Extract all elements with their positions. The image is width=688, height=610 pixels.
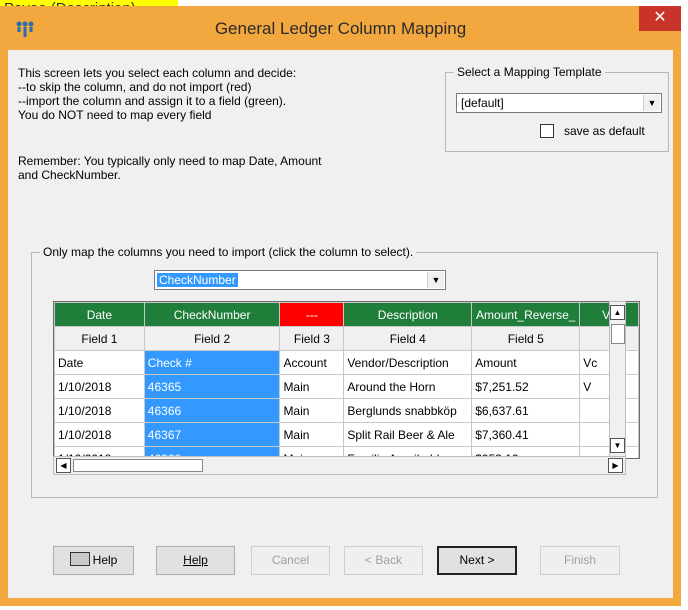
table-cell[interactable]: Account (279, 350, 345, 375)
table-row[interactable]: Date Check # Account Vendor/Description Amou… (54, 350, 639, 375)
dialog-body: This screen lets you select each column … (8, 50, 673, 598)
save-as-default-checkbox[interactable] (540, 124, 554, 138)
data-grid[interactable]: Date CheckNumber --- Description Amount_Reve… (53, 301, 640, 459)
cancel-button[interactable]: Cancel (251, 546, 330, 575)
vertical-scroll-thumb[interactable] (611, 324, 625, 344)
chevron-down-icon[interactable]: ▼ (427, 272, 444, 288)
cancel-label: Cancel (271, 553, 310, 567)
field-header-row[interactable]: Field 1 Field 2 Field 3 Field 4 Field 5 (54, 326, 639, 351)
columns-group-title: Only map the columns you need to import … (40, 245, 417, 259)
table-cell[interactable]: Main (279, 398, 345, 423)
video-icon (69, 552, 90, 566)
table-cell[interactable]: $6,637.61 (471, 398, 581, 423)
help-label: Help (183, 553, 208, 567)
finish-label: Finish (563, 553, 596, 567)
mapping-template-select[interactable]: [default] ▼ (456, 93, 662, 113)
field-header-cell[interactable]: Field 3 (279, 326, 345, 351)
table-cell[interactable]: Amount (471, 350, 581, 375)
field-header-cell[interactable]: Field 2 (143, 326, 281, 351)
vertical-scrollbar[interactable]: ▲ ▼ (609, 301, 626, 457)
table-row[interactable]: 1/10/2018 46367 Main Split Rail Beer & Ale $… (54, 422, 639, 447)
table-cell[interactable]: Main (279, 422, 345, 447)
video-help-button[interactable]: Help (53, 546, 134, 575)
table-cell[interactable]: 1/10/2018 (54, 422, 145, 447)
next-label: Next > (459, 553, 495, 567)
mapping-template-group: Select a Mapping Template [default] ▼ sa… (445, 65, 669, 152)
mapping-template-value: [default] (461, 96, 504, 110)
reminder-text: Remember: You typically only need to map… (18, 154, 322, 182)
video-help-label: Help (92, 553, 118, 567)
table-cell[interactable]: Check # (143, 350, 281, 375)
table-cell[interactable]: Vendor/Description (343, 350, 473, 375)
table-row[interactable]: 1/10/2018 46365 Main Around the Horn $7,251.… (54, 374, 639, 399)
close-icon: ✕ (653, 9, 667, 26)
next-button[interactable]: Next > (437, 546, 517, 575)
scroll-left-icon[interactable]: ◀ (56, 458, 71, 473)
back-button[interactable]: < Back (344, 546, 423, 575)
table-cell[interactable]: 46366 (143, 398, 281, 423)
intro-text: This screen lets you select each column … (18, 66, 297, 122)
scroll-right-icon[interactable]: ▶ (608, 458, 623, 473)
chevron-down-icon[interactable]: ▼ (643, 95, 660, 111)
table-cell[interactable]: $7,251.52 (471, 374, 581, 399)
table-cell[interactable]: Main (279, 374, 345, 399)
column-mapping-dialog: General Ledger Column Mapping ✕ This scr… (0, 6, 681, 606)
mapping-template-title: Select a Mapping Template (454, 65, 605, 79)
scroll-down-icon[interactable]: ▼ (610, 438, 625, 453)
column-mapping-cell[interactable]: Amount_Reverse_ (471, 302, 581, 327)
field-select[interactable]: CheckNumber ▼ (154, 270, 446, 290)
finish-button[interactable]: Finish (540, 546, 620, 575)
field-select-value: CheckNumber (157, 273, 238, 287)
data-grid-table: Date CheckNumber --- Description Amount_Reve… (54, 302, 639, 458)
column-mapping-cell[interactable]: Date (54, 302, 145, 327)
column-mapping-row[interactable]: Date CheckNumber --- Description Amount_Reve… (54, 302, 639, 327)
close-button[interactable]: ✕ (639, 6, 681, 31)
table-cell[interactable]: Berglunds snabbköp (343, 398, 473, 423)
field-header-cell[interactable]: Field 5 (471, 326, 581, 351)
table-row[interactable]: 1/10/2018 46366 Main Berglunds snabbköp $6,6… (54, 398, 639, 423)
back-label: < Back (364, 553, 403, 567)
scroll-up-icon[interactable]: ▲ (610, 305, 625, 320)
table-cell[interactable]: 1/10/2018 (54, 398, 145, 423)
table-cell[interactable]: 46367 (143, 422, 281, 447)
table-cell[interactable]: $7,360.41 (471, 422, 581, 447)
table-cell[interactable]: 1/10/2018 (54, 374, 145, 399)
horizontal-scroll-thumb[interactable] (73, 459, 203, 472)
column-mapping-cell[interactable]: CheckNumber (143, 302, 281, 327)
column-mapping-cell[interactable]: --- (279, 302, 345, 327)
table-cell[interactable]: Split Rail Beer & Ale (343, 422, 473, 447)
field-header-cell[interactable]: Field 4 (343, 326, 473, 351)
field-header-cell[interactable]: Field 1 (54, 326, 145, 351)
title-bar: General Ledger Column Mapping ✕ (0, 6, 681, 50)
table-cell[interactable]: Date (54, 350, 145, 375)
table-cell[interactable]: Around the Horn (343, 374, 473, 399)
horizontal-scrollbar[interactable]: ◀ ▶ (53, 456, 626, 475)
table-cell[interactable]: 46365 (143, 374, 281, 399)
column-mapping-cell[interactable]: Description (343, 302, 473, 327)
save-as-default-label[interactable]: save as default (564, 124, 645, 138)
help-button[interactable]: Help (156, 546, 235, 575)
dialog-title: General Ledger Column Mapping (214, 19, 467, 38)
